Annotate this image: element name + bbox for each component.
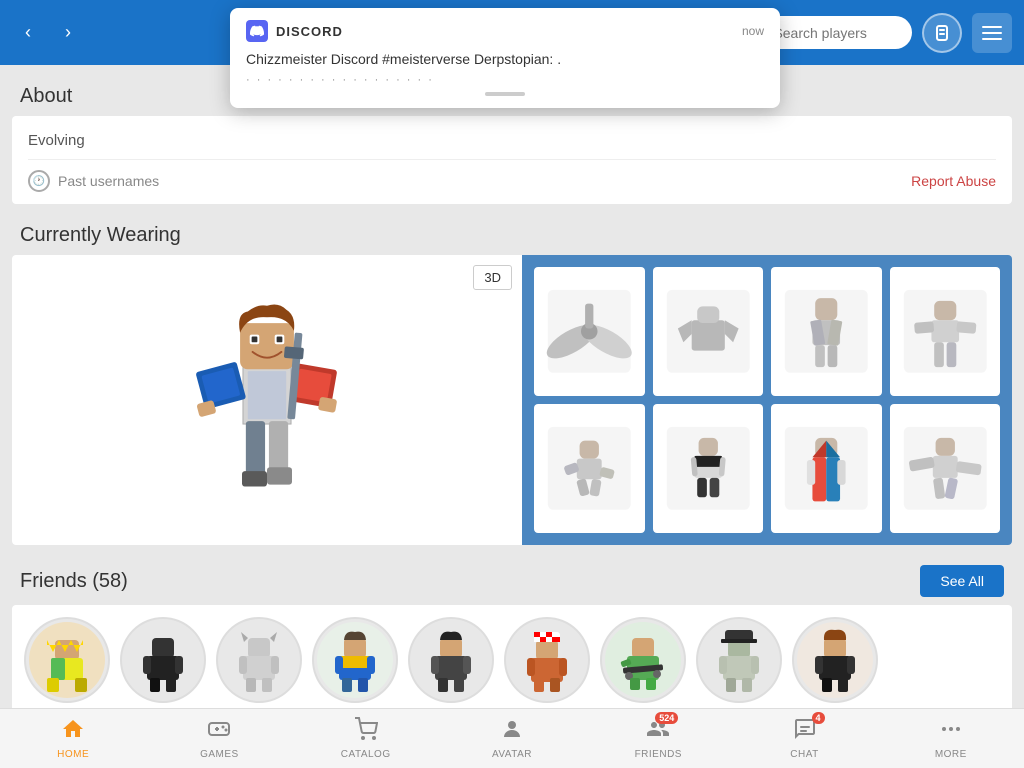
friends-title: Friends (58) (20, 570, 128, 593)
discord-logo-icon (246, 20, 268, 42)
wearing-card: 3D (12, 255, 1012, 545)
tab-home-label: HOME (57, 749, 89, 760)
chat-icon-container: 4 (793, 717, 817, 747)
about-description: Evolving (28, 128, 996, 159)
discord-notification[interactable]: DISCORD now Chizzmeister Discord #meiste… (230, 8, 780, 108)
catalog-icon (354, 717, 378, 747)
chat-icon: 4 (793, 717, 817, 747)
see-all-button[interactable]: See All (920, 565, 1004, 597)
past-usernames[interactable]: 🕐 Past usernames (28, 170, 159, 192)
discord-notification-header: DISCORD now (246, 20, 764, 42)
friend-item-3[interactable] (216, 617, 302, 703)
discord-drag-handle[interactable] (485, 92, 525, 96)
more-icon (939, 717, 963, 747)
menu-button[interactable] (972, 13, 1012, 53)
tab-chat-label: CHAT (790, 749, 818, 760)
tab-catalog-label: CATALOG (341, 749, 391, 760)
item-card-6[interactable] (653, 404, 764, 533)
avatar-character (167, 275, 367, 525)
item-card-8[interactable] (890, 404, 1001, 533)
friends-header: Friends (58) See All (0, 553, 1024, 605)
friend-item-1[interactable] (24, 617, 110, 703)
avatar-viewer: 3D (12, 255, 522, 545)
about-card: Evolving 🕐 Past usernames Report Abuse (12, 116, 1012, 204)
clock-icon: 🕐 (28, 170, 50, 192)
discord-message: Chizzmeister Discord #meisterverse Derps… (246, 50, 764, 70)
friends-icon-container: 524 (646, 717, 670, 747)
home-icon (61, 717, 85, 747)
currently-wearing-title: Currently Wearing (0, 212, 1024, 255)
friend-avatar-8 (696, 617, 782, 703)
games-icon (207, 717, 231, 747)
chat-badge: 4 (812, 712, 825, 724)
friend-item-6[interactable] (504, 617, 590, 703)
avatar-icon (500, 717, 524, 747)
friends-badge: 524 (655, 712, 678, 724)
tab-more-label: MORE (935, 749, 967, 760)
friend-item-2[interactable] (120, 617, 206, 703)
back-button[interactable]: ‹ (12, 17, 44, 49)
friends-icon: 524 (646, 717, 670, 747)
past-usernames-label: Past usernames (58, 173, 159, 189)
tab-chat[interactable]: 4 CHAT (731, 713, 877, 764)
friend-item-9[interactable] (792, 617, 878, 703)
friend-item-8[interactable] (696, 617, 782, 703)
item-card-4[interactable] (890, 267, 1001, 396)
friends-list (12, 605, 1012, 708)
items-grid (522, 255, 1012, 545)
currently-wearing-section: Currently Wearing 3D (0, 212, 1024, 545)
friend-item-7[interactable] (600, 617, 686, 703)
discord-dots: · · · · · · · · · · · · · · · · · · (246, 74, 764, 86)
menu-icon (982, 26, 1002, 40)
tab-games[interactable]: GAMES (146, 713, 292, 764)
tab-friends-label: FRIENDS (635, 749, 682, 760)
friend-avatar-7 (600, 617, 686, 703)
forward-button[interactable]: › (52, 17, 84, 49)
friend-item-4[interactable] (312, 617, 398, 703)
friend-avatar-3 (216, 617, 302, 703)
friend-avatar-4 (312, 617, 398, 703)
tab-catalog[interactable]: CATALOG (293, 713, 439, 764)
nav-arrows: ‹ › (12, 17, 84, 49)
tab-avatar[interactable]: AVATAR (439, 713, 585, 764)
tab-games-label: GAMES (200, 749, 239, 760)
discord-notification-time: now (742, 24, 764, 38)
search-input[interactable] (773, 25, 903, 41)
tab-friends[interactable]: 524 FRIENDS (585, 713, 731, 764)
item-card-2[interactable] (653, 267, 764, 396)
friend-avatar-1 (24, 617, 110, 703)
friend-avatar-9 (792, 617, 878, 703)
friend-item-5[interactable] (408, 617, 494, 703)
item-card-3[interactable] (771, 267, 882, 396)
friend-avatar-5 (408, 617, 494, 703)
friends-section: Friends (58) See All (0, 553, 1024, 708)
report-abuse-button[interactable]: Report Abuse (911, 173, 996, 189)
about-footer: 🕐 Past usernames Report Abuse (28, 159, 996, 192)
discord-app-name: DISCORD (276, 24, 343, 39)
item-card-5[interactable] (534, 404, 645, 533)
tab-avatar-label: AVATAR (492, 749, 532, 760)
tab-home[interactable]: HOME (0, 713, 146, 764)
friend-avatar-2 (120, 617, 206, 703)
friend-avatar-6 (504, 617, 590, 703)
tab-more[interactable]: MORE (878, 713, 1024, 764)
bottom-tab-bar: HOME GAMES CATALOG (0, 708, 1024, 768)
three-d-button[interactable]: 3D (473, 265, 512, 290)
main-content: About Evolving 🕐 Past usernames Report A… (0, 65, 1024, 708)
item-card-7[interactable] (771, 404, 882, 533)
robux-button[interactable] (922, 13, 962, 53)
item-card-1[interactable] (534, 267, 645, 396)
